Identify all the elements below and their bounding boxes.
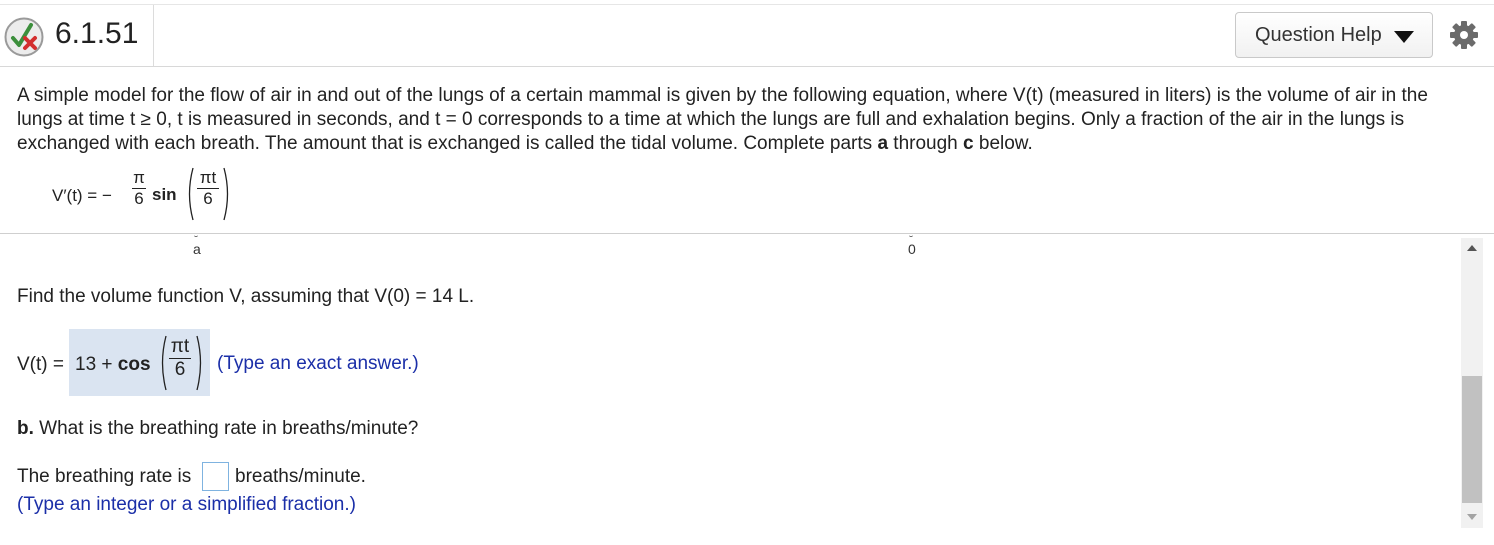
scroll-up-icon[interactable] xyxy=(1467,245,1477,251)
scroll-down-icon[interactable] xyxy=(1467,514,1477,520)
part-a-ref: a xyxy=(877,133,889,154)
clipped-glyph xyxy=(909,233,913,237)
header-divider xyxy=(153,5,154,66)
scroll-label-right: 0 xyxy=(908,241,916,257)
below-word: below. xyxy=(973,133,1033,154)
breathing-rate-suffix: breaths/minute. xyxy=(235,466,366,487)
section-separator xyxy=(0,233,1494,234)
clipped-glyph xyxy=(194,233,198,237)
vertical-scrollbar[interactable] xyxy=(1461,238,1483,528)
answer-right-paren-icon xyxy=(196,335,202,391)
exact-answer-hint: (Type an exact answer.) xyxy=(217,353,419,374)
answer-numerator: πt xyxy=(169,336,191,359)
gear-icon[interactable] xyxy=(1449,20,1479,50)
fraction-hint: (Type an integer or a simplified fractio… xyxy=(17,494,356,515)
arg-denominator: 6 xyxy=(203,189,213,208)
answer-constant: 13 + xyxy=(75,354,113,375)
arg-numerator: πt xyxy=(197,168,219,189)
part-b-prompt: What is the breathing rate in breaths/mi… xyxy=(33,418,419,439)
answer-left-paren-icon xyxy=(161,335,167,391)
answer-lhs: V(t) = xyxy=(17,354,64,375)
through-word: through xyxy=(888,133,964,154)
part-b-label: b. xyxy=(17,418,34,439)
breathing-rate-input[interactable] xyxy=(202,462,229,491)
scrollbar-thumb[interactable] xyxy=(1462,376,1482,503)
part-a-prompt: Find the volume function V, assuming tha… xyxy=(17,286,475,307)
breathing-rate-prefix: The breathing rate is xyxy=(17,466,192,487)
answer-expression[interactable]: 13 + cos xyxy=(75,354,151,376)
partial-correct-icon xyxy=(3,16,45,58)
coef-denominator: 6 xyxy=(134,189,144,208)
right-paren-icon xyxy=(223,167,229,221)
answer-denominator: 6 xyxy=(174,359,186,380)
question-help-button[interactable]: Question Help xyxy=(1235,12,1433,58)
problem-statement: A simple model for the flow of air in an… xyxy=(17,84,1477,156)
answer-cos: cos xyxy=(117,354,151,375)
left-paren-icon xyxy=(188,167,194,221)
question-help-label: Question Help xyxy=(1255,24,1382,46)
equation-lhs: V′(t) = − xyxy=(52,186,112,206)
caret-down-icon xyxy=(1394,31,1414,43)
question-header: 6.1.51 Question Help xyxy=(0,0,1494,67)
arg-fraction: πt 6 xyxy=(197,168,219,209)
part-b-question: b. What is the breathing rate in breaths… xyxy=(17,418,418,440)
equation-minus: − xyxy=(101,186,112,205)
part-c-ref: c xyxy=(963,133,974,154)
sin-function: sin xyxy=(152,185,177,204)
answer-fraction: πt 6 xyxy=(169,336,191,381)
coef-numerator: π xyxy=(132,168,146,189)
scroll-label-left: a xyxy=(193,241,201,257)
equation-lhs-text: V′(t) = xyxy=(52,186,98,205)
problem-intro: A simple model for the flow of air in an… xyxy=(17,85,1428,154)
coef-fraction: π 6 xyxy=(132,168,146,209)
header-top-line xyxy=(0,4,1494,5)
question-number: 6.1.51 xyxy=(55,17,139,50)
